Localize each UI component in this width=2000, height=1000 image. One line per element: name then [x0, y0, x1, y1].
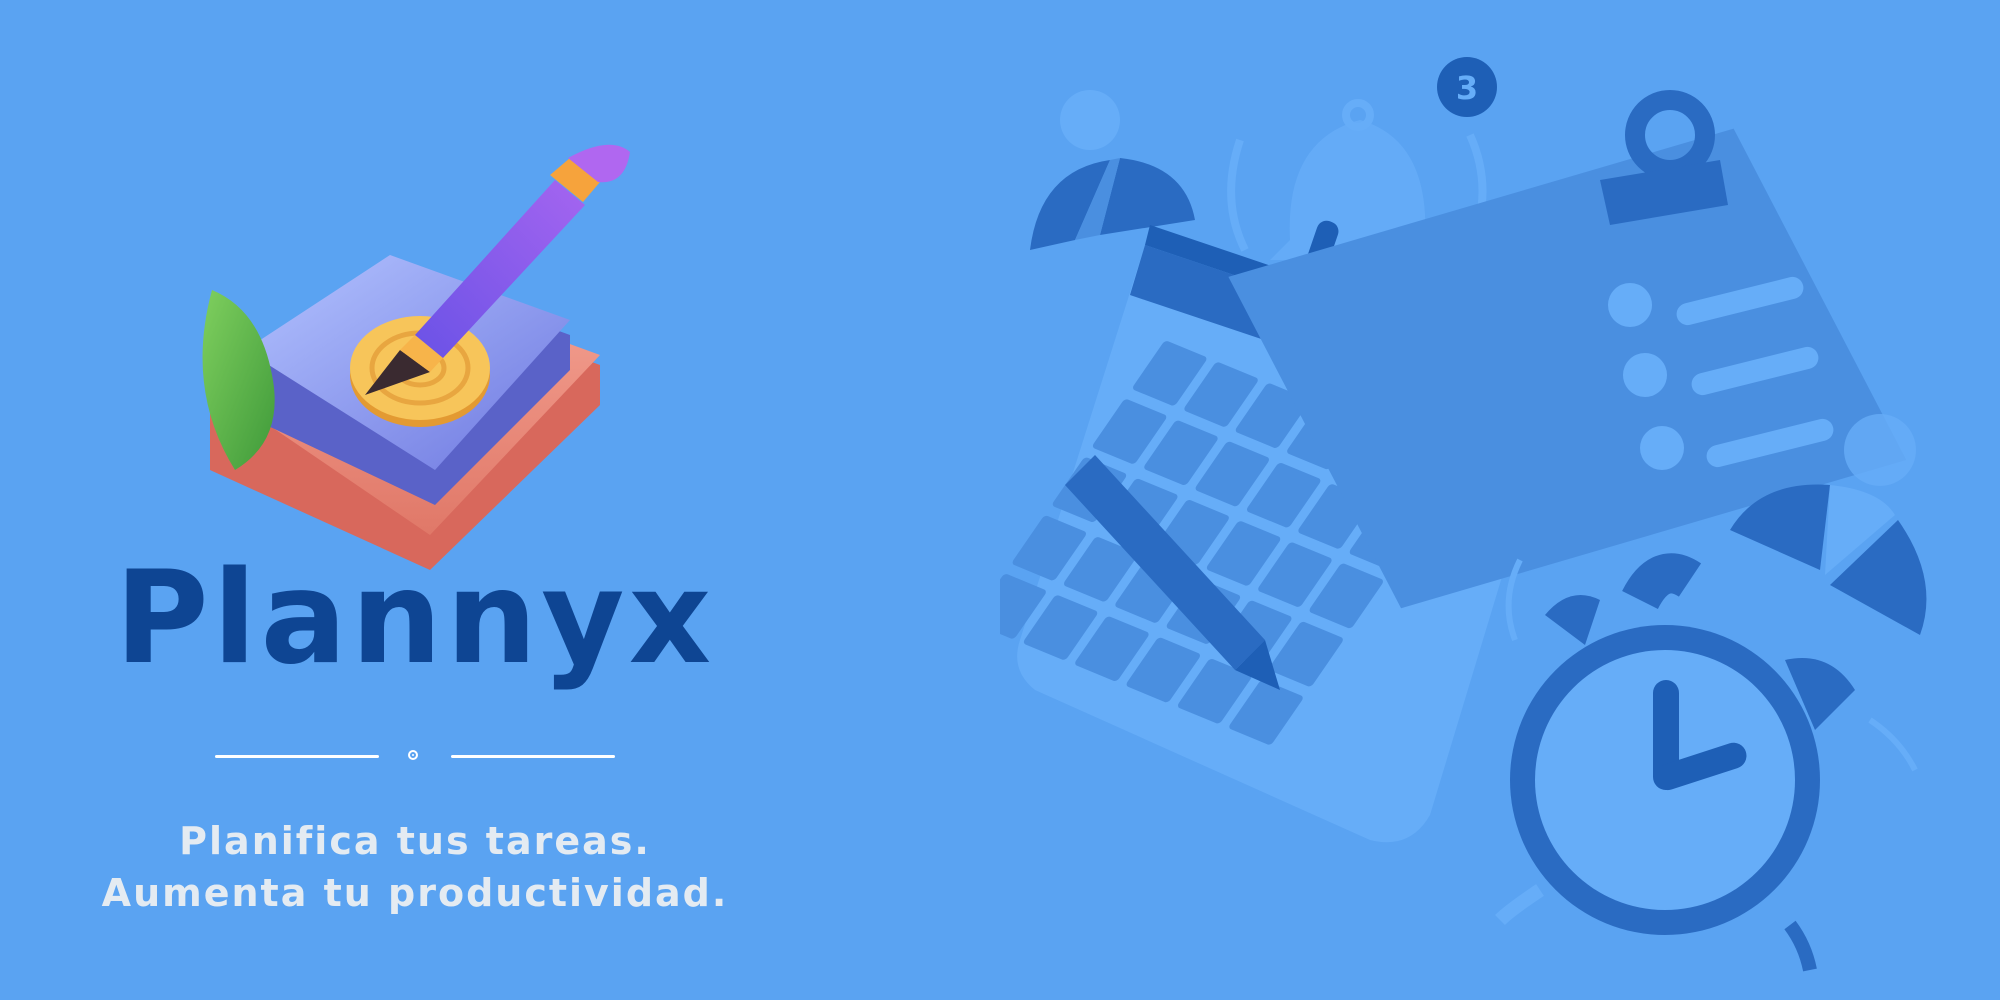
divider-line-right [451, 755, 615, 758]
tagline-line-2: Aumenta tu productividad. [101, 871, 729, 915]
pie-chart-icon [1730, 484, 1927, 635]
productivity-illustration: 3 [1000, 57, 1927, 972]
plannyx-logo-icon [202, 144, 630, 570]
person-icon [1060, 90, 1120, 150]
tagline-line-1: Planifica tus tareas. [179, 819, 651, 863]
divider-dot [408, 750, 418, 760]
alarm-clock-icon [1495, 553, 1918, 972]
divider-line-left [215, 755, 379, 758]
notification-badge: 3 [1456, 69, 1478, 107]
app-title: Plannyx [114, 544, 716, 693]
brand-panel: Plannyx Planifica tus tareas. Aumenta tu… [0, 0, 830, 1000]
divider [215, 748, 615, 764]
tagline: Planifica tus tareas. Aumenta tu product… [0, 815, 830, 919]
